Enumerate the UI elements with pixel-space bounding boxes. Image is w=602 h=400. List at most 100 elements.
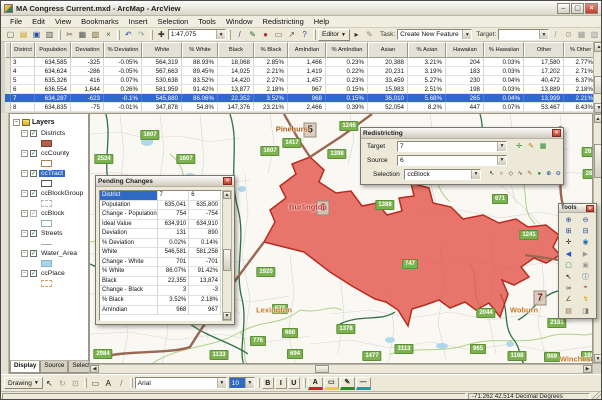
toc-layer-item[interactable]: – ✓ ccBlock (21, 208, 88, 228)
column-header[interactable]: District (11, 42, 35, 58)
color-picker-button[interactable]: A (308, 377, 323, 390)
map-canvas[interactable]: 2524160716071607141712461398138867112417… (89, 113, 593, 364)
toolbar-button[interactable]: ● (259, 28, 272, 41)
collapse-icon[interactable]: – (21, 230, 28, 237)
edit-tool-button[interactable]: ⊙ (562, 28, 575, 41)
scroll-left-icon[interactable]: ◀ (90, 365, 99, 373)
menu-item[interactable]: Tools (193, 16, 221, 27)
layer-visibility-checkbox[interactable]: ✓ (30, 250, 37, 257)
toolbar-button[interactable]: ✎ (246, 28, 259, 41)
edit-tool-button[interactable]: ▦ (575, 28, 588, 41)
layer-name[interactable]: ccTract (39, 170, 65, 177)
selection-tool-button[interactable]: ∿ (516, 168, 526, 180)
toolbar-button[interactable]: ▥ (43, 28, 56, 41)
layer-symbol-swatch[interactable] (41, 160, 52, 167)
layer-visibility-checkbox[interactable]: ✓ (30, 230, 37, 237)
layer-symbol-swatch[interactable] (41, 200, 52, 207)
layer-visibility-checkbox[interactable]: ✓ (30, 210, 37, 217)
layer-symbol-swatch[interactable] (41, 280, 52, 287)
toc-tab[interactable]: Source (40, 361, 68, 373)
shape-tool-button[interactable]: ▭ (89, 377, 102, 390)
layer-name[interactable]: Districts (39, 130, 67, 137)
toc-layer-item[interactable]: – ✓ Water_Area (21, 248, 88, 268)
layer-name[interactable]: ccCounty (39, 150, 71, 157)
scrollbar-thumb[interactable] (315, 365, 329, 373)
menu-item[interactable]: Bookmarks (76, 16, 124, 27)
pending-changes-titlebar[interactable]: Pending Changes × (96, 176, 234, 187)
column-header[interactable]: % Hawaiian (484, 42, 524, 58)
layers-root[interactable]: – Layers (13, 117, 88, 128)
toc-layer-item[interactable]: – ✓ ccPlace (21, 268, 88, 288)
toc-layer-item[interactable]: – ✓ Districts (21, 128, 88, 148)
menu-item[interactable]: Insert (124, 16, 153, 27)
selection-tool-button[interactable]: ✎ (525, 168, 535, 180)
tool-button[interactable]: ▶ (577, 248, 594, 259)
tool-button[interactable]: ◨ (577, 305, 594, 316)
column-header[interactable]: AmIndian (288, 42, 326, 58)
toc-layer-item[interactable]: – ✓ Streets (21, 228, 88, 248)
scroll-up-icon[interactable]: ▲ (594, 42, 602, 52)
pending-changes-window[interactable]: Pending Changes × District 7 6 Populatio… (95, 175, 235, 325)
chevron-down-icon[interactable]: ▼ (471, 170, 480, 179)
tool-button[interactable]: ✛ (560, 237, 577, 248)
tools-palette[interactable]: Tools × ⊕⊖⊞⊟✛◉◀▶▢▣↖ⓘ∞⌖∠↯▤◨ (558, 203, 597, 319)
column-header[interactable]: % Black (254, 42, 288, 58)
tool-button[interactable]: ▢ (560, 260, 577, 271)
tools-titlebar[interactable]: Tools × (559, 204, 596, 213)
layer-name[interactable]: Streets (39, 230, 65, 237)
layer-name[interactable]: Water_Area (39, 250, 79, 257)
drawing-tool-button[interactable]: ↖ (43, 377, 56, 390)
column-header[interactable]: Hawaiian (446, 42, 484, 58)
drawing-menu-button[interactable]: Drawing▼ (4, 377, 43, 389)
chevron-down-icon[interactable]: ▼ (216, 30, 225, 39)
toolbar-button[interactable]: ↷ (135, 28, 148, 41)
collapse-icon[interactable]: – (21, 190, 28, 197)
toolbar-button[interactable]: ▤ (17, 28, 30, 41)
menu-item[interactable]: Help (309, 16, 334, 27)
column-header[interactable]: Deviation (71, 42, 104, 58)
chevron-down-icon[interactable]: ▼ (245, 378, 254, 388)
text-style-button[interactable]: U (288, 377, 300, 389)
tool-button[interactable]: ∠ (560, 294, 577, 305)
tool-button[interactable]: ∞ (560, 282, 577, 293)
maximize-button[interactable]: ▢ (571, 3, 584, 14)
drawing-tool-button[interactable]: ↻ (56, 377, 69, 390)
column-header[interactable]: Asian (368, 42, 408, 58)
menu-item[interactable]: File (5, 16, 27, 27)
table-row[interactable]: 4634,624-286-0.05%567,66389.45%14,0252.2… (5, 67, 602, 76)
tool-button[interactable]: ◉ (577, 237, 594, 248)
task-combo[interactable]: Create New Feature▼ (397, 29, 472, 40)
close-button[interactable]: × (585, 3, 598, 14)
menu-item[interactable]: View (50, 16, 76, 27)
editor-tool-button[interactable]: ✎ (363, 28, 376, 41)
tool-button[interactable]: ↯ (577, 294, 594, 305)
map-horizontal-scrollbar[interactable]: ◀ ▶ (89, 364, 593, 374)
scroll-down-icon[interactable]: ▼ (594, 354, 602, 363)
redistricting-tool-button[interactable]: ✛ (513, 140, 525, 152)
scrollbar-thumb[interactable] (594, 144, 602, 178)
toolbar-button[interactable]: ↗ (285, 28, 298, 41)
table-row[interactable]: 7634,287-623-0.1%545,88086.06%22,3523.52… (5, 94, 602, 103)
scroll-down-icon[interactable]: ▼ (223, 312, 231, 320)
chevron-down-icon[interactable]: ▼ (497, 142, 506, 151)
color-picker-button[interactable]: ✎ (340, 377, 355, 390)
color-picker-button[interactable]: ▭ (324, 377, 339, 390)
shape-tool-button[interactable]: / (115, 377, 128, 390)
selection-layer-combo[interactable]: ccBlock▼ (404, 169, 481, 180)
menu-item[interactable]: Edit (27, 16, 50, 27)
close-icon[interactable]: × (223, 177, 232, 185)
column-header[interactable]: % Asian (408, 42, 446, 58)
tool-button[interactable]: ⓘ (577, 271, 594, 282)
layer-symbol-swatch[interactable] (41, 260, 52, 267)
edit-tool-button[interactable]: ▧ (588, 28, 601, 41)
pending-scrollbar[interactable]: ▲ ▼ (222, 190, 232, 321)
editor-menu-button[interactable]: Editor▼ (318, 29, 350, 41)
layer-symbol-swatch[interactable] (41, 244, 52, 245)
selection-tool-button[interactable]: ⊕ (544, 168, 554, 180)
collapse-icon[interactable]: – (13, 119, 20, 126)
redistricting-tool-button[interactable]: ✎ (525, 140, 537, 152)
shape-tool-button[interactable]: A (102, 377, 115, 390)
tool-button[interactable]: ▣ (577, 260, 594, 271)
layer-name[interactable]: ccBlock (39, 210, 66, 217)
collapse-icon[interactable]: – (21, 250, 28, 257)
